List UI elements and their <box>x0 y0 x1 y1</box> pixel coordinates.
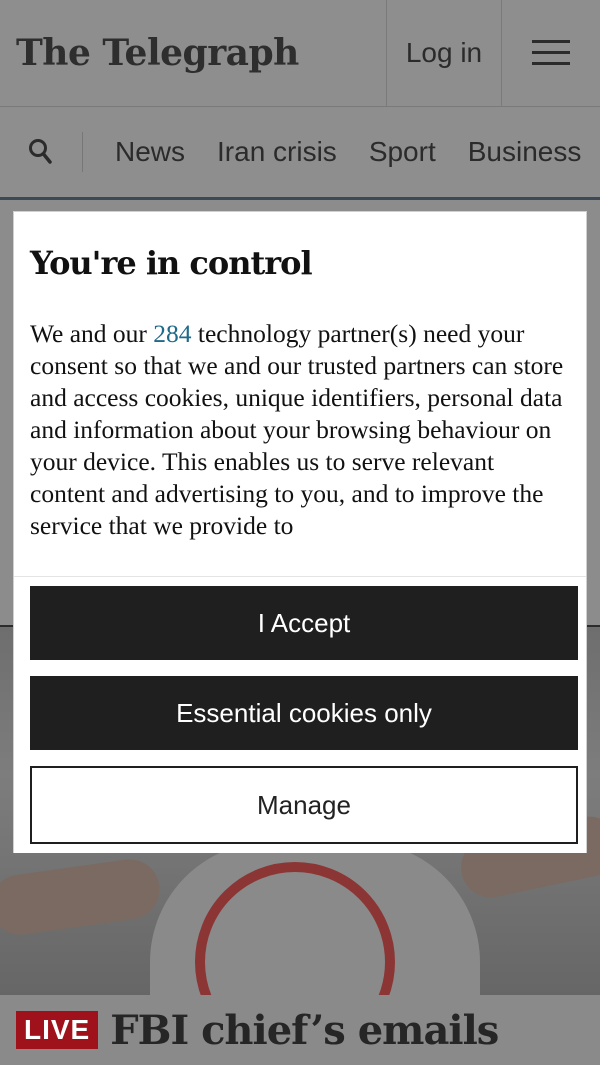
nav-item-sport[interactable]: Sport <box>369 136 436 168</box>
nav-item-business[interactable]: Business <box>468 136 582 168</box>
headline-title[interactable]: FBI chief’s emails <box>110 1007 499 1054</box>
accept-button[interactable]: I Accept <box>30 586 578 660</box>
site-header: The Telegraph Log in <box>0 0 600 107</box>
menu-button[interactable] <box>501 0 600 106</box>
essential-cookies-button[interactable]: Essential cookies only <box>30 676 578 750</box>
manage-button[interactable]: Manage <box>30 766 578 844</box>
search-button[interactable] <box>0 132 83 172</box>
section-nav: News Iran crisis Sport Business <box>0 107 600 200</box>
live-badge: LIVE <box>16 1011 99 1049</box>
search-icon <box>29 139 52 164</box>
partner-count-link[interactable]: 284 <box>153 319 191 348</box>
consent-title: You're in control <box>30 244 313 282</box>
consent-body-text-start: We and our <box>30 319 154 348</box>
hamburger-icon <box>532 40 570 66</box>
consent-body[interactable]: We and our 284 technology partner(s) nee… <box>30 318 570 576</box>
consent-buttons: I Accept Essential cookies only Manage <box>14 576 586 853</box>
headline-strip[interactable]: LIVE FBI chief’s emails <box>0 995 600 1065</box>
consent-dialog: You're in control We and our 284 technol… <box>14 212 586 853</box>
site-logo[interactable]: The Telegraph <box>0 0 386 106</box>
nav-item-iran-crisis[interactable]: Iran crisis <box>217 136 337 168</box>
login-button[interactable]: Log in <box>386 0 501 106</box>
nav-item-news[interactable]: News <box>115 136 185 168</box>
consent-body-text-end: technology partner(s) need your consent … <box>30 319 564 540</box>
